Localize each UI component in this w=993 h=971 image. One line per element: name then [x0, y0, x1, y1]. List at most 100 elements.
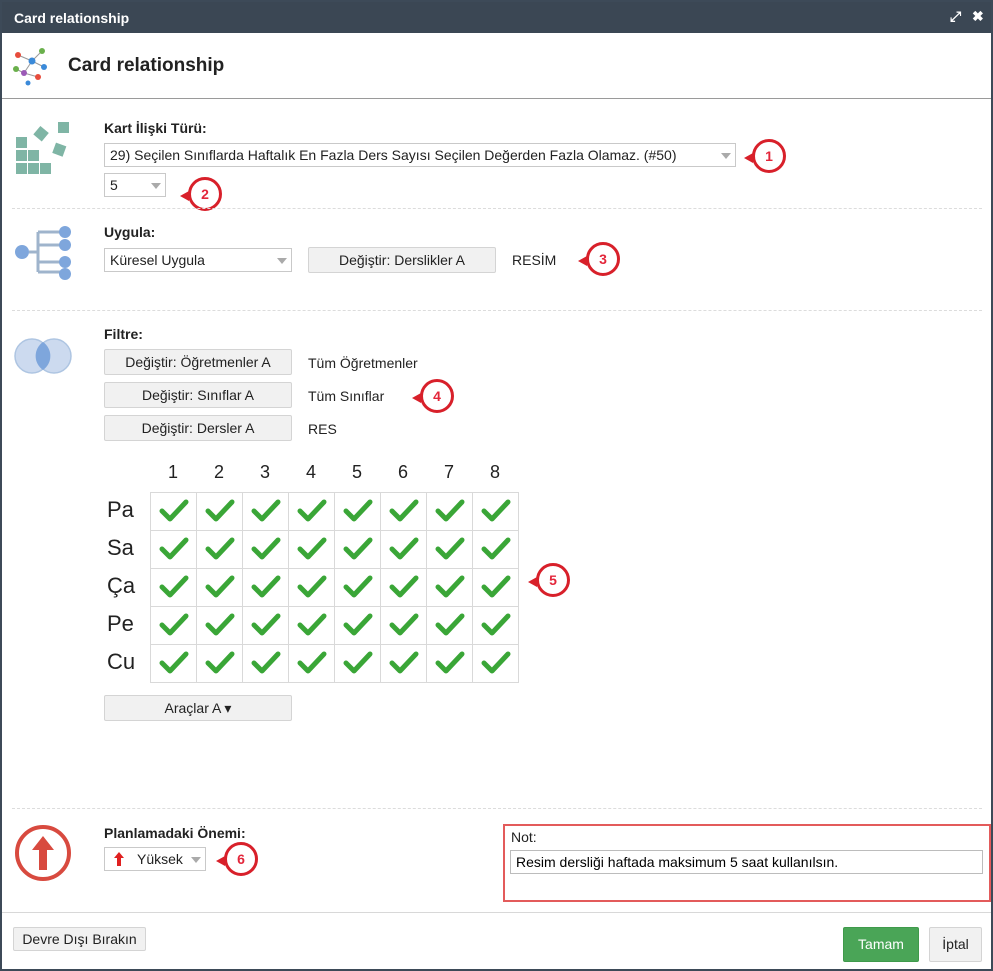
grid-cell[interactable]	[472, 530, 519, 569]
grid-cell[interactable]	[288, 644, 335, 683]
grid-cell[interactable]	[426, 568, 473, 607]
checkmark-icon	[389, 499, 418, 522]
change-classes-button[interactable]: Değiştir: Sınıflar A	[104, 382, 292, 408]
grid-cell[interactable]	[196, 530, 243, 569]
grid-cell[interactable]	[334, 492, 381, 531]
grid-cell[interactable]	[472, 644, 519, 683]
grid-cell[interactable]	[242, 644, 289, 683]
ok-button[interactable]: Tamam	[843, 927, 919, 962]
grid-row	[150, 492, 519, 531]
grid-cell[interactable]	[150, 644, 197, 683]
period-header[interactable]: 4	[288, 462, 334, 483]
relation-type-select[interactable]: 29) Seçilen Sınıflarda Haftalık En Fazla…	[104, 143, 736, 167]
grid-cell[interactable]	[426, 606, 473, 645]
checkmark-icon	[389, 651, 418, 674]
period-header[interactable]: 2	[196, 462, 242, 483]
checkmark-icon	[159, 613, 188, 636]
day-header[interactable]: Pe	[107, 611, 147, 637]
cancel-button[interactable]: İptal	[929, 927, 982, 962]
note-label: Not:	[511, 829, 537, 845]
day-header[interactable]: Pa	[107, 497, 147, 523]
checkmark-icon	[297, 575, 326, 598]
checkmark-icon	[389, 613, 418, 636]
checkmark-icon	[297, 651, 326, 674]
subjects-filter-value: RES	[308, 421, 337, 437]
grid-cell[interactable]	[242, 530, 289, 569]
grid-cell[interactable]	[242, 568, 289, 607]
window-title: Card relationship	[14, 10, 130, 26]
dialog-title: Card relationship	[68, 55, 225, 76]
chevron-down-icon	[191, 857, 201, 863]
grid-cell[interactable]	[150, 492, 197, 531]
grid-cell[interactable]	[242, 606, 289, 645]
period-header[interactable]: 6	[380, 462, 426, 483]
disable-button[interactable]: Devre Dışı Bırakın	[13, 927, 146, 951]
dialog-header: Card relationship	[2, 33, 991, 99]
grid-cell[interactable]	[288, 606, 335, 645]
maximize-icon[interactable]: ⤢	[950, 8, 961, 25]
tools-button[interactable]: Araçlar A ▾	[104, 695, 292, 721]
grid-cell[interactable]	[380, 568, 427, 607]
checkmark-icon	[481, 613, 510, 636]
checkmark-icon	[343, 651, 372, 674]
grid-row	[150, 530, 519, 569]
filter-venn-icon	[14, 338, 72, 374]
period-header[interactable]: 7	[426, 462, 472, 483]
grid-cell[interactable]	[196, 568, 243, 607]
callout-3: 3	[578, 242, 620, 276]
grid-cell[interactable]	[472, 492, 519, 531]
grid-cell[interactable]	[150, 530, 197, 569]
change-subjects-button[interactable]: Değiştir: Dersler A	[104, 415, 292, 441]
number-select[interactable]: 5	[104, 173, 166, 197]
grid-cell[interactable]	[426, 492, 473, 531]
grid-cell[interactable]	[196, 644, 243, 683]
title-bar[interactable]: Card relationship ⤢ ✖	[2, 2, 991, 33]
grid-cell[interactable]	[380, 606, 427, 645]
grid-cell[interactable]	[334, 606, 381, 645]
apply-label: Uygula:	[104, 224, 156, 240]
grid-cell[interactable]	[288, 530, 335, 569]
day-header[interactable]: Sa	[107, 535, 147, 561]
grid-cell[interactable]	[150, 568, 197, 607]
grid-cell[interactable]	[380, 530, 427, 569]
grid-cell[interactable]	[426, 530, 473, 569]
grid-cell[interactable]	[196, 492, 243, 531]
note-input[interactable]	[510, 850, 983, 874]
checkmark-icon	[251, 575, 280, 598]
period-header[interactable]: 5	[334, 462, 380, 483]
dialog-footer	[2, 912, 991, 913]
close-icon[interactable]: ✖	[972, 8, 984, 25]
day-header[interactable]: Cu	[107, 649, 147, 675]
change-teachers-button[interactable]: Değiştir: Öğretmenler A	[104, 349, 292, 375]
importance-select[interactable]: Yüksek	[104, 847, 206, 871]
day-header[interactable]: Ça	[107, 573, 147, 599]
apply-mode-select[interactable]: Küresel Uygula	[104, 248, 292, 272]
apply-mode-value: Küresel Uygula	[110, 252, 205, 268]
grid-cell[interactable]	[334, 530, 381, 569]
checkmark-icon	[481, 575, 510, 598]
grid-cell[interactable]	[426, 644, 473, 683]
grid-cell[interactable]	[196, 606, 243, 645]
grid-cell[interactable]	[472, 606, 519, 645]
checkmark-icon	[297, 613, 326, 636]
checkmark-icon	[297, 537, 326, 560]
grid-cell[interactable]	[242, 492, 289, 531]
grid-cell[interactable]	[380, 492, 427, 531]
grid-cell[interactable]	[288, 568, 335, 607]
importance-label: Planlamadaki Önemi:	[104, 825, 246, 841]
selected-classroom: RESİM	[512, 252, 557, 268]
grid-cell[interactable]	[288, 492, 335, 531]
checkmark-icon	[435, 499, 464, 522]
checkmark-icon	[205, 499, 234, 522]
period-header[interactable]: 1	[150, 462, 196, 483]
grid-cell[interactable]	[472, 568, 519, 607]
period-header[interactable]: 3	[242, 462, 288, 483]
checkmark-icon	[251, 613, 280, 636]
grid-cell[interactable]	[150, 606, 197, 645]
grid-cell[interactable]	[380, 644, 427, 683]
period-header[interactable]: 8	[472, 462, 518, 483]
grid-cell[interactable]	[334, 568, 381, 607]
grid-row	[150, 606, 519, 645]
change-classrooms-button[interactable]: Değiştir: Derslikler A	[308, 247, 496, 273]
grid-cell[interactable]	[334, 644, 381, 683]
